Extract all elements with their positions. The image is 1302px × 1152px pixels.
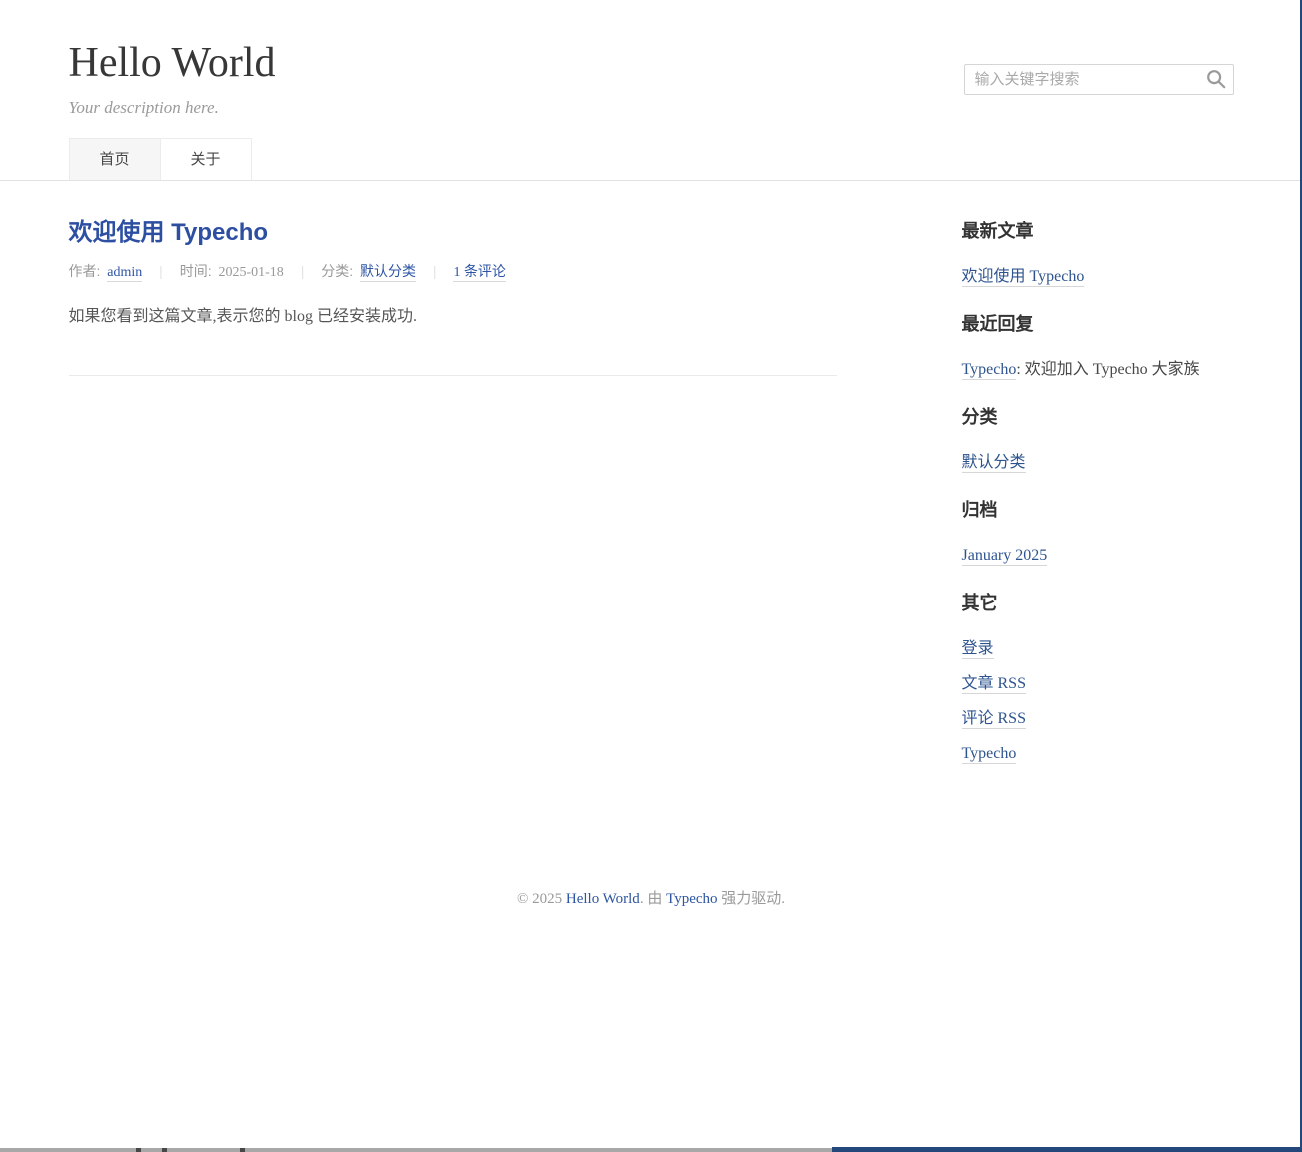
powered-by-text: 强力驱动.: [718, 891, 786, 907]
taskbar-highlight-sliver: [832, 1147, 1302, 1152]
widget-archives: 归档 January 2025: [962, 501, 1234, 564]
site-header: Hello World Your description here.: [0, 0, 1302, 181]
typecho-link[interactable]: Typecho: [962, 745, 1017, 764]
post: 欢迎使用 Typecho 作者: admin | 时间: 2025-01-18 …: [69, 220, 837, 329]
meta-separator: |: [433, 263, 437, 279]
author-label: 作者:: [69, 263, 101, 279]
nav-item-home[interactable]: 首页: [69, 138, 161, 180]
taskbar-tick: [136, 1148, 141, 1152]
sidebar: 最新文章 欢迎使用 Typecho 最近回复 Typecho: 欢迎加入 Typ…: [962, 220, 1234, 792]
post-title: 欢迎使用 Typecho: [69, 220, 837, 246]
time-label: 时间:: [180, 263, 212, 279]
widget-title: 归档: [962, 501, 1234, 520]
taskbar-tick: [162, 1148, 167, 1152]
footer-typecho-link[interactable]: Typecho: [666, 891, 717, 907]
site-footer: © 2025 Hello World. 由 Typecho 强力驱动.: [0, 887, 1302, 908]
search-input[interactable]: [964, 64, 1234, 95]
widget-recent-posts: 最新文章 欢迎使用 Typecho: [962, 222, 1234, 285]
search-box: [964, 64, 1234, 95]
window-bottom-edge: [0, 1147, 1302, 1152]
post-meta: 作者: admin | 时间: 2025-01-18 | 分类: 默认分类 | …: [69, 261, 837, 281]
site-description: Your description here.: [69, 98, 276, 118]
taskbar-sliver: [0, 1148, 832, 1152]
reply-excerpt: : 欢迎加入 Typecho 大家族: [1016, 361, 1199, 378]
footer-text: . 由: [640, 891, 666, 907]
list-item: 默认分类: [962, 454, 1234, 471]
widget-title: 最近回复: [962, 315, 1234, 334]
meta-separator: |: [159, 263, 163, 279]
widget-title: 最新文章: [962, 222, 1234, 241]
widget-misc: 其它 登录 文章 RSS 评论 RSS Typecho: [962, 594, 1234, 762]
widget-title: 其它: [962, 594, 1234, 613]
copyright-text: © 2025: [517, 891, 566, 907]
list-item: Typecho: [962, 745, 1234, 762]
post-list: 欢迎使用 Typecho 作者: admin | 时间: 2025-01-18 …: [69, 220, 837, 376]
search-icon: [1205, 78, 1227, 93]
taskbar-tick: [240, 1148, 245, 1152]
main-nav: 首页 关于: [69, 138, 1234, 180]
list-item: 文章 RSS: [962, 675, 1234, 692]
nav-item-about[interactable]: 关于: [160, 138, 252, 180]
post-body: 如果您看到这篇文章,表示您的 blog 已经安装成功.: [69, 305, 837, 329]
footer-site-link[interactable]: Hello World: [566, 891, 640, 907]
widget-title: 分类: [962, 408, 1234, 427]
list-item: January 2025: [962, 547, 1234, 564]
main-area: 欢迎使用 Typecho 作者: admin | 时间: 2025-01-18 …: [69, 181, 1234, 871]
archive-link[interactable]: January 2025: [962, 547, 1048, 566]
post-divider: [69, 375, 837, 376]
blog-page: Hello World Your description here.: [0, 0, 1302, 1152]
list-item: 欢迎使用 Typecho: [962, 268, 1234, 285]
author-link[interactable]: admin: [107, 265, 142, 282]
category-link[interactable]: 默认分类: [962, 454, 1026, 473]
meta-separator: |: [301, 263, 305, 279]
site-title[interactable]: Hello World: [69, 40, 276, 86]
category-link[interactable]: 默认分类: [360, 265, 416, 282]
post-rss-link[interactable]: 文章 RSS: [962, 675, 1026, 694]
recent-post-link[interactable]: 欢迎使用 Typecho: [962, 268, 1085, 287]
post-date: 2025-01-18: [218, 265, 283, 280]
comments-link[interactable]: 1 条评论: [453, 265, 506, 282]
list-item: Typecho: 欢迎加入 Typecho 大家族: [962, 361, 1234, 378]
site-branding: Hello World Your description here.: [69, 40, 276, 118]
comment-rss-link[interactable]: 评论 RSS: [962, 710, 1026, 729]
post-title-link[interactable]: 欢迎使用 Typecho: [69, 219, 269, 246]
category-label: 分类:: [321, 263, 353, 279]
search-button[interactable]: [1204, 68, 1228, 92]
widget-categories: 分类 默认分类: [962, 408, 1234, 471]
list-item: 登录: [962, 640, 1234, 657]
reply-author-link[interactable]: Typecho: [962, 361, 1017, 380]
widget-recent-replies: 最近回复 Typecho: 欢迎加入 Typecho 大家族: [962, 315, 1234, 378]
login-link[interactable]: 登录: [962, 640, 994, 659]
list-item: 评论 RSS: [962, 710, 1234, 727]
